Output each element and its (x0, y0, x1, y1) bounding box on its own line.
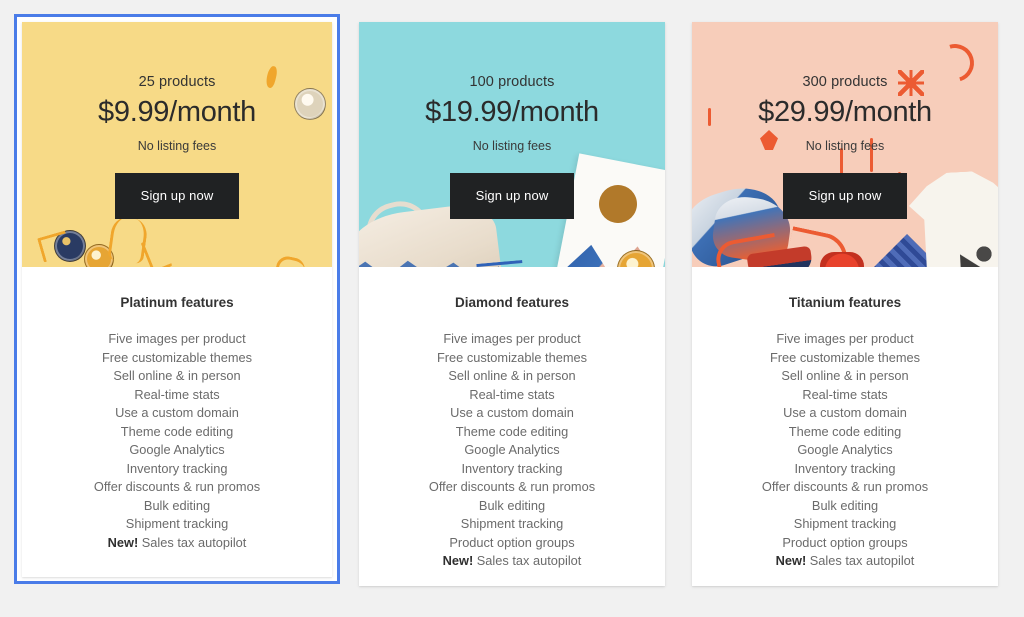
plan-price: $29.99/month (758, 96, 932, 128)
feature-item: Google Analytics (797, 442, 893, 457)
feature-item: New! Sales tax autopilot (107, 534, 247, 550)
plan-products-label: 25 products (138, 74, 216, 90)
plan-subnote: No listing fees (805, 139, 885, 153)
feature-item: Real-time stats (134, 386, 220, 402)
badge-coin-icon (84, 244, 114, 267)
doodle-squiggle-icon (37, 230, 72, 263)
plan-subnote: No listing fees (137, 139, 217, 153)
feature-item: Five images per product (108, 331, 246, 346)
blue-brush-art-icon (359, 260, 499, 267)
feature-item: Bulk editing (143, 497, 211, 513)
plan-price: $19.99/month (425, 96, 599, 128)
feature-item: Offer discounts & run promos (93, 479, 261, 494)
feature-item: Real-time stats (802, 386, 888, 402)
feature-new-badge: New! (107, 534, 139, 550)
plan-hero-platinum: 25 products $9.99/month No listing fees … (22, 22, 332, 267)
doodle-squiggle-icon (107, 215, 149, 265)
doodle-squiggle-icon (273, 254, 308, 267)
feature-item: Free customizable themes (769, 349, 921, 365)
features-title: Titanium features (788, 295, 902, 310)
feature-item: Theme code editing (455, 423, 569, 439)
feature-item: Free customizable themes (436, 349, 588, 365)
feature-item: Bulk editing (478, 497, 546, 513)
sign-up-button[interactable]: Sign up now (782, 173, 908, 219)
feature-item: Google Analytics (129, 442, 225, 457)
feature-item: Inventory tracking (794, 460, 896, 476)
plan-features-section: Diamond features Five images per product… (359, 267, 665, 586)
feature-item: Five images per product (776, 331, 914, 346)
feature-item: Shipment tracking (460, 516, 564, 531)
doodle-zigzag-icon (476, 260, 523, 267)
feature-item: Sell online & in person (448, 368, 576, 383)
plan-products-label: 100 products (469, 74, 555, 90)
pricing-plans-grid: 25 products $9.99/month No listing fees … (0, 0, 1024, 617)
feature-item: Real-time stats (469, 386, 555, 402)
feature-item: Shipment tracking (793, 516, 897, 531)
feature-item: Sell online & in person (113, 368, 241, 383)
feature-item: Offer discounts & run promos (761, 479, 929, 494)
feature-item: Sell online & in person (781, 368, 909, 383)
feature-item: Use a custom domain (450, 405, 574, 420)
features-list: Five images per product Free customizable… (38, 330, 316, 552)
doodle-squiggle-icon (713, 232, 781, 267)
feature-item: Google Analytics (464, 442, 560, 457)
plan-card[interactable]: 100 products $19.99/month No listing fee… (359, 22, 665, 586)
feature-new-badge: New! (442, 553, 474, 568)
feature-item: Theme code editing (120, 423, 234, 439)
feature-item: Bulk editing (811, 497, 879, 513)
plan-hero-diamond: 100 products $19.99/month No listing fee… (359, 22, 665, 267)
sign-up-button[interactable]: Sign up now (114, 173, 240, 219)
plan-subnote: No listing fees (472, 139, 552, 153)
doodle-squiggle-icon (784, 226, 852, 267)
feature-item: Free customizable themes (101, 349, 253, 365)
features-title: Diamond features (454, 295, 570, 310)
plan-price: $9.99/month (98, 96, 256, 128)
feature-item: Use a custom domain (783, 405, 907, 420)
badge-coin-icon (54, 230, 86, 262)
feature-item: New! Sales tax autopilot (775, 553, 915, 568)
features-list: Five images per product Free customizable… (708, 330, 982, 571)
bandana-icon (874, 234, 940, 267)
plan-card[interactable]: 300 products $29.99/month No listing fee… (692, 22, 998, 586)
feature-item: Inventory tracking (461, 460, 563, 476)
doodle-squiggle-icon (140, 235, 173, 267)
tshirt-print-icon (958, 228, 998, 267)
plan-hero-titanium: 300 products $29.99/month No listing fee… (692, 22, 998, 267)
feature-item: Theme code editing (788, 423, 902, 439)
feature-item: Product option groups (449, 534, 575, 550)
badge-coin-icon (617, 250, 655, 267)
plan-features-section: Titanium features Five images per produc… (692, 267, 998, 586)
feature-item: Inventory tracking (126, 460, 228, 476)
feature-item: Product option groups (782, 534, 908, 550)
feature-item: Five images per product (443, 331, 581, 346)
sign-up-button[interactable]: Sign up now (449, 173, 575, 219)
features-list: Five images per product Free customizable… (375, 330, 649, 571)
plan-products-label: 300 products (802, 74, 888, 90)
sunglasses-icon (746, 245, 814, 267)
feature-item: Offer discounts & run promos (428, 479, 596, 494)
feature-item: Use a custom domain (115, 405, 239, 420)
feature-new-badge: New! (775, 553, 807, 568)
features-title: Platinum features (120, 295, 234, 310)
poster-mountain-art-icon (559, 219, 665, 267)
plan-features-section: Platinum features Five images per produc… (22, 267, 332, 568)
plan-card[interactable]: 25 products $9.99/month No listing fees … (22, 22, 332, 577)
feature-item: Shipment tracking (125, 516, 229, 531)
feature-item: New! Sales tax autopilot (442, 553, 582, 568)
crab-sticker-icon (820, 252, 864, 267)
